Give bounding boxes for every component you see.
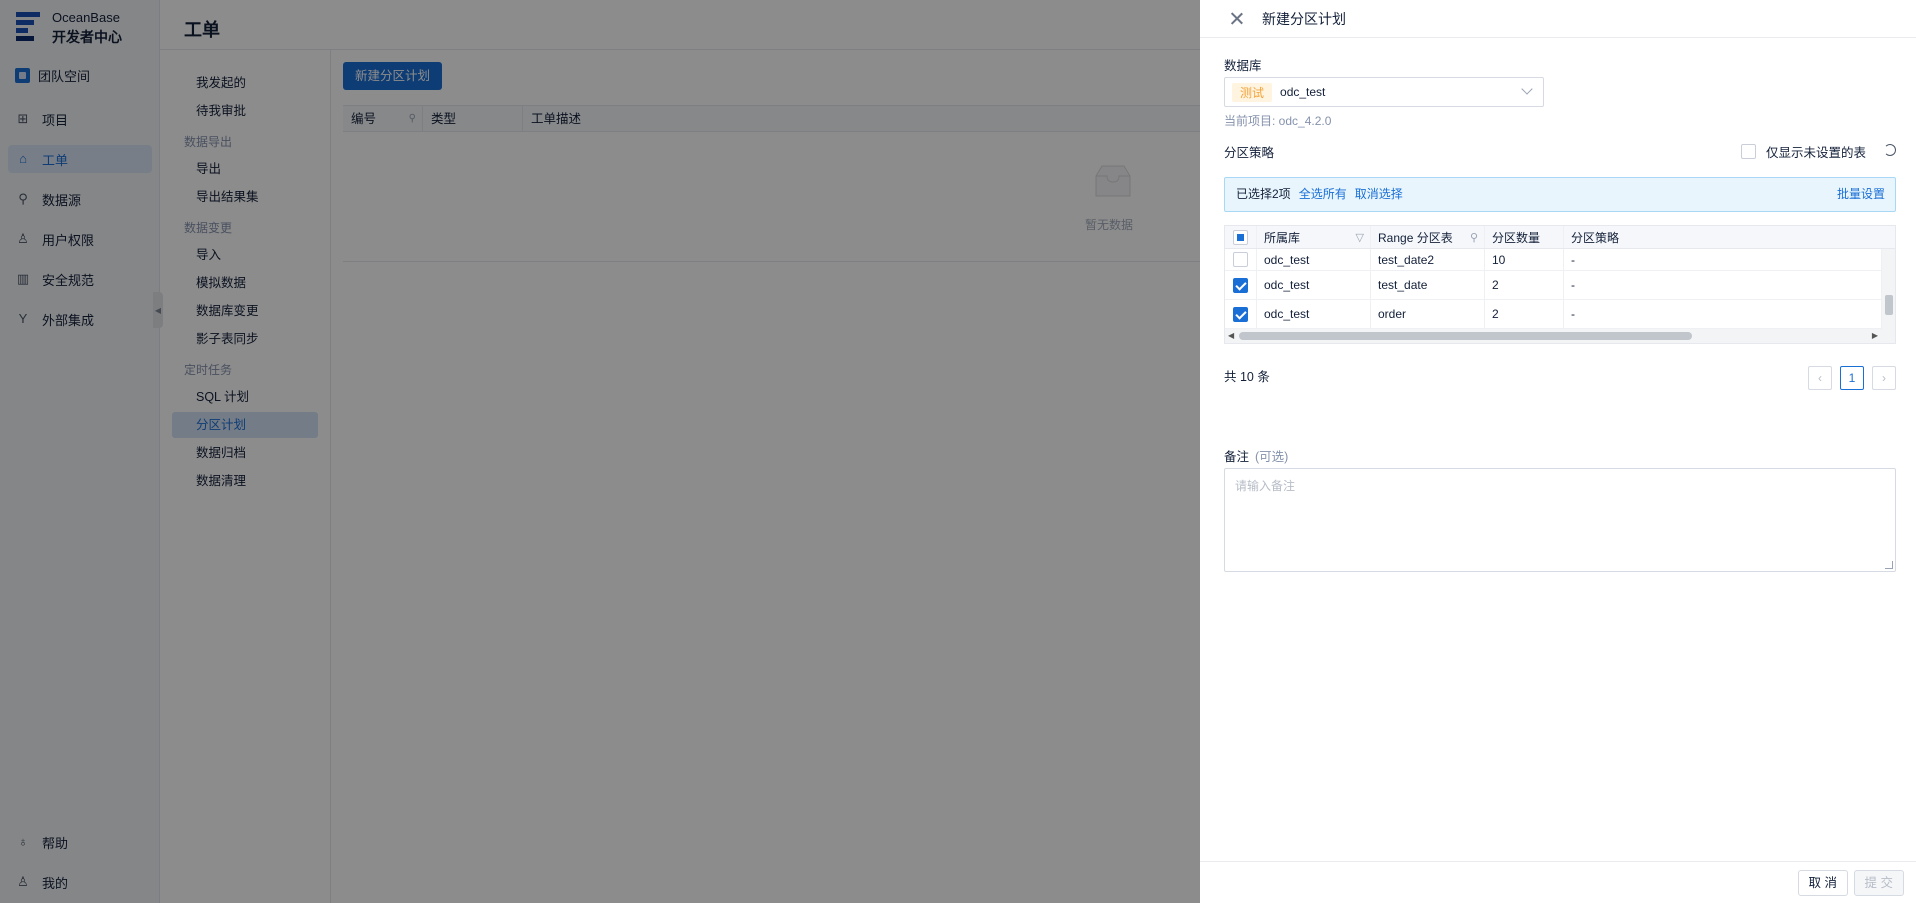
- cell-count: 10: [1485, 249, 1564, 270]
- cancel-button[interactable]: 取 消: [1797, 870, 1848, 896]
- selection-alert: 已选择2项 全选所有 取消选择 批量设置: [1224, 177, 1896, 212]
- drawer-header: 新建分区计划: [1200, 0, 1916, 38]
- scroll-left-icon[interactable]: ◀: [1228, 331, 1234, 340]
- resize-handle-icon[interactable]: [1885, 561, 1893, 569]
- col-partition-strategy: 分区策略: [1571, 230, 1620, 245]
- horizontal-scrollbar[interactable]: ◀ ▶: [1225, 329, 1895, 343]
- vertical-scrollbar[interactable]: [1881, 249, 1895, 330]
- cell-count: 2: [1485, 300, 1564, 328]
- strategy-row: 分区策略 仅显示未设置的表: [1224, 142, 1896, 162]
- prev-page-button[interactable]: ‹: [1808, 366, 1832, 390]
- page-button[interactable]: 1: [1840, 366, 1864, 390]
- batch-settings-link[interactable]: 批量设置: [1837, 178, 1885, 211]
- refresh-icon[interactable]: [1884, 144, 1896, 156]
- cell-count: 2: [1485, 271, 1564, 299]
- col-range-table: Range 分区表: [1378, 230, 1453, 245]
- select-all-link[interactable]: 全选所有: [1299, 187, 1347, 201]
- table-row[interactable]: odc_test order 2 -: [1225, 300, 1895, 329]
- database-label: 数据库: [1224, 59, 1262, 73]
- cell-table: order: [1371, 300, 1485, 328]
- cell-db: odc_test: [1257, 249, 1371, 270]
- col-db: 所属库: [1264, 230, 1301, 245]
- select-all-checkbox[interactable]: [1233, 229, 1248, 245]
- table-row[interactable]: odc_test test_date 2 -: [1225, 271, 1895, 300]
- close-icon[interactable]: [1230, 12, 1244, 26]
- scrollbar-thumb[interactable]: [1885, 295, 1893, 315]
- drawer-title: 新建分区计划: [1262, 10, 1346, 27]
- col-partition-count: 分区数量: [1485, 226, 1564, 248]
- strategy-label: 分区策略: [1224, 146, 1275, 160]
- pagination: ‹ 1 ›: [1800, 366, 1896, 390]
- drawer-footer: 取 消 提 交: [1200, 861, 1916, 903]
- submit-button[interactable]: 提 交: [1853, 870, 1904, 896]
- cell-db: odc_test: [1257, 271, 1371, 299]
- cell-strategy: -: [1571, 278, 1575, 292]
- cell-strategy: -: [1571, 307, 1575, 321]
- filter-icon[interactable]: ▽: [1356, 231, 1364, 244]
- cell-db: odc_test: [1257, 300, 1371, 328]
- search-icon[interactable]: ⚲: [1470, 231, 1478, 244]
- note-optional: (可选): [1255, 450, 1289, 464]
- current-project-hint: 当前项目: odc_4.2.0: [1224, 114, 1332, 128]
- cell-strategy: -: [1571, 252, 1575, 267]
- note-textarea[interactable]: 请输入备注: [1224, 468, 1896, 572]
- table-header: 所属库 ▽ Range 分区表 ⚲ 分区数量 分区策略: [1225, 226, 1895, 249]
- scroll-right-icon[interactable]: ▶: [1872, 331, 1878, 340]
- only-unset-label: 仅显示未设置的表: [1765, 146, 1866, 160]
- database-select[interactable]: 测试 odc_test: [1224, 77, 1544, 107]
- selected-count: 已选择2项: [1236, 187, 1291, 201]
- partition-table: 所属库 ▽ Range 分区表 ⚲ 分区数量 分区策略 odc_test test_…: [1224, 225, 1896, 344]
- next-page-button[interactable]: ›: [1872, 366, 1896, 390]
- drawer-mask[interactable]: [0, 0, 1200, 903]
- row-checkbox[interactable]: [1233, 306, 1248, 322]
- only-unset-toggle[interactable]: 仅显示未设置的表: [1740, 142, 1866, 161]
- total-count: 共 10 条: [1224, 370, 1270, 384]
- scrollbar-thumb[interactable]: [1239, 332, 1692, 340]
- cell-table: test_date2: [1371, 249, 1485, 270]
- only-unset-checkbox[interactable]: [1740, 144, 1756, 159]
- note-label: 备注: [1224, 450, 1250, 464]
- deselect-link[interactable]: 取消选择: [1355, 187, 1403, 201]
- cell-table: test_date: [1371, 271, 1485, 299]
- pagination-row: 共 10 条 ‹ 1 ›: [1224, 366, 1896, 390]
- new-partition-plan-drawer: 新建分区计划 数据库 测试 odc_test 当前项目: odc_4.2.0 分…: [1200, 0, 1916, 903]
- row-checkbox[interactable]: [1233, 277, 1248, 293]
- env-tag: 测试: [1232, 82, 1273, 102]
- database-value: odc_test: [1280, 85, 1326, 99]
- note-placeholder: 请输入备注: [1235, 479, 1296, 493]
- chevron-down-icon: [1521, 83, 1533, 95]
- table-row[interactable]: odc_test test_date2 10 -: [1225, 249, 1895, 271]
- row-checkbox[interactable]: [1233, 252, 1248, 267]
- note-label-row: 备注 (可选): [1224, 446, 1288, 465]
